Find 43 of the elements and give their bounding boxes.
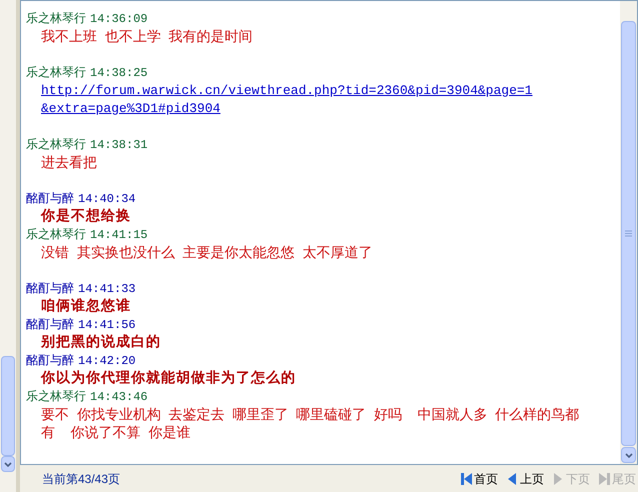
sender-name: 酩酊与醉 <box>26 280 74 297</box>
scrollbar[interactable] <box>620 1 637 464</box>
page-status: 当前第43/43页 <box>42 470 120 488</box>
scrollbar-thumb[interactable] <box>621 21 636 446</box>
message-time: 14:40:34 <box>78 191 136 208</box>
next-icon <box>553 472 564 486</box>
message-time: 14:43:46 <box>90 389 148 406</box>
message-text: 你以为你代理你就能胡做非为了怎么的 <box>41 370 296 386</box>
scroll-down-button[interactable] <box>1 456 15 472</box>
message-time: 14:41:56 <box>78 317 136 334</box>
message-time: 14:38:31 <box>90 137 148 154</box>
scrollbar-thumb[interactable] <box>1 356 15 456</box>
sender-name: 酩酊与醉 <box>26 352 74 369</box>
scroll-down-button[interactable] <box>621 447 636 463</box>
message-text: 有 你说了不算 你是谁 <box>41 424 190 440</box>
pager-button[interactable]: 首页 <box>461 470 498 488</box>
sender-name: 乐之林琴行 <box>26 388 86 405</box>
message-time: 14:41:15 <box>90 227 148 244</box>
message-text: 没错 其实换也没什么 主要是你太能忽悠 太不厚道了 <box>41 244 372 260</box>
last-page-icon <box>599 472 610 486</box>
scrollbar[interactable] <box>0 0 16 492</box>
pager-button[interactable]: 上页 <box>507 470 544 488</box>
sender-name: 乐之林琴行 <box>26 10 86 27</box>
message-text: 要不 你找专业机构 去鉴定去 哪里歪了 哪里磕碰了 好吗 中国就人多 什么样的鸟都 <box>41 406 580 422</box>
previous-icon <box>507 472 518 486</box>
message-time: 14:42:20 <box>78 353 136 370</box>
message-time: 14:36:09 <box>90 11 148 28</box>
sender-name: 酩酊与醉 <box>26 190 74 207</box>
sender-name: 乐之林琴行 <box>26 64 86 81</box>
message-text: 你是不想给换 <box>41 208 131 224</box>
message-text: 我不上班 也不上学 我有的是时间 <box>41 28 253 44</box>
grip-icon <box>625 230 632 237</box>
message-time: 14:38:25 <box>90 65 148 82</box>
sender-name: 乐之林琴行 <box>26 136 86 153</box>
message-link[interactable]: &extra=page%3D1#pid3904 <box>41 101 220 116</box>
message-text: 进去看把 <box>41 154 97 170</box>
first-page-icon <box>461 472 472 486</box>
message-link[interactable]: http://forum.warwick.cn/viewthread.php?tid=2360&pid=3904&page=1 <box>41 83 532 98</box>
message-text: 别把黑的说成白的 <box>41 334 161 350</box>
message-text: 咱俩谁忽悠谁 <box>41 298 131 314</box>
sender-name: 乐之林琴行 <box>26 226 86 243</box>
sender-name: 酩酊与醉 <box>26 316 74 333</box>
message-time: 14:41:33 <box>78 281 136 298</box>
